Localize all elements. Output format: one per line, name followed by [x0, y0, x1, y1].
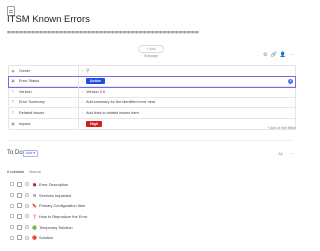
task-status-icon[interactable] — [25, 193, 29, 198]
bug-icon: 🐞 — [32, 181, 37, 187]
add-person-icon[interactable]: ⚲ — [86, 68, 90, 74]
task-label[interactable]: How to Reproduce the Error — [39, 214, 290, 219]
impact-badge[interactable]: High — [86, 120, 102, 127]
status-icon: ▣ — [11, 121, 15, 126]
task-status-icon[interactable] — [25, 182, 29, 187]
drag-handle-icon[interactable] — [10, 203, 14, 208]
checkbox[interactable] — [17, 224, 22, 230]
field-value[interactable]: Add links to related issues here. — [86, 108, 295, 118]
chevron-right-icon[interactable]: › — [79, 90, 86, 94]
bookmark-icon: 🔖 — [32, 203, 37, 209]
text-icon: T — [11, 100, 15, 105]
checkbox[interactable] — [17, 203, 22, 209]
checkbox[interactable] — [17, 192, 22, 198]
text-icon: T — [11, 110, 15, 115]
field-row-version[interactable]: T Version › Version 2.0 — [9, 87, 295, 98]
add-subpage-button[interactable]: + Add Subpage — [138, 45, 164, 58]
field-value[interactable]: High — [86, 119, 295, 130]
task-label[interactable]: Primary Configuration Item — [39, 203, 290, 208]
red-circle-icon: 🔴 — [32, 235, 37, 241]
edit-fields-link[interactable]: + Add or edit fields — [267, 126, 296, 130]
field-name: Version — [17, 87, 79, 97]
more-icon[interactable]: ⋯ — [289, 52, 294, 58]
checkbox[interactable] — [17, 213, 22, 219]
more-icon[interactable]: ⋯ — [290, 152, 294, 156]
drag-handle-icon[interactable] — [10, 193, 14, 198]
task-label[interactable]: Error Description — [39, 182, 290, 187]
text-icon: T — [11, 89, 15, 94]
page-toolbar: ⚙ 🔗 👤 ⋯ — [263, 52, 294, 58]
checkbox[interactable] — [17, 235, 22, 241]
list-item[interactable]: ❓ How to Reproduce the Error — [10, 211, 290, 222]
clear-icon[interactable]: × — [288, 79, 293, 84]
status-group-title: To Do — [7, 150, 23, 156]
list-item[interactable]: 🟢 Temporary Solution — [10, 222, 290, 233]
chevron-right-icon[interactable]: › — [79, 111, 86, 115]
custom-fields-table: ◉ Owner › ⚲ ▣ Error Status › Active × T … — [8, 65, 296, 130]
field-name: Impact — [17, 118, 79, 129]
chevron-right-icon[interactable]: › — [79, 69, 86, 73]
list-item[interactable]: 🔖 Primary Configuration Item — [10, 200, 290, 211]
chevron-right-icon[interactable]: › — [79, 79, 86, 83]
people-icon[interactable]: 👤 — [280, 52, 286, 58]
page-title[interactable]: ITSM Known Errors — [7, 14, 90, 25]
field-value[interactable]: Add summary for the identified error her… — [86, 98, 295, 108]
list-tools: All ⋯ — [278, 152, 294, 156]
list-item[interactable]: 🔴 Solution — [10, 232, 290, 243]
field-row-impact[interactable]: ▣ Impact › High — [9, 118, 295, 130]
filter-all-button[interactable]: All — [278, 152, 282, 156]
chevron-right-icon[interactable]: › — [79, 100, 86, 104]
field-value[interactable]: Version 2.0 — [86, 87, 295, 97]
field-row-error-status[interactable]: ▣ Error Status › Active × — [8, 75, 296, 88]
status-icon: ▣ — [11, 79, 15, 84]
field-row-owner[interactable]: ◉ Owner › ⚲ — [9, 66, 295, 77]
status-badge[interactable]: Active — [86, 78, 105, 85]
add-task-button[interactable]: Add ▾ — [23, 150, 39, 157]
green-circle-icon: 🟢 — [32, 224, 37, 230]
checkbox[interactable] — [17, 181, 22, 187]
task-label[interactable]: Temporary Solution — [39, 225, 290, 230]
settings-icon[interactable]: ⚙ — [263, 52, 267, 58]
person-icon: ◉ — [11, 68, 15, 73]
task-label[interactable]: Services Impacted — [39, 193, 290, 198]
task-status-icon[interactable] — [25, 235, 29, 240]
field-value[interactable]: ⚲ — [86, 66, 295, 76]
drag-handle-icon[interactable] — [10, 235, 14, 240]
list-item[interactable]: ⚙ Services Impacted — [10, 190, 290, 201]
task-label[interactable]: Solution — [39, 235, 290, 240]
link-icon[interactable]: 🔗 — [271, 52, 277, 58]
field-name: Related Issues — [17, 108, 79, 118]
subtask-list: 🐞 Error Description ⚙ Services Impacted … — [10, 179, 290, 243]
subtask-count: 6 subtasks — [7, 170, 25, 174]
subtasks-header: 6 subtasks Manual — [7, 170, 41, 174]
field-row-related-issues[interactable]: T Related Issues › Add links to related … — [9, 108, 295, 119]
task-status-icon[interactable] — [25, 203, 29, 208]
divider — [8, 140, 292, 141]
task-status-icon[interactable] — [25, 214, 29, 219]
drag-handle-icon[interactable] — [10, 182, 14, 187]
gear-icon: ⚙ — [32, 192, 37, 198]
sort-dropdown[interactable]: Manual — [29, 170, 41, 174]
field-name: Error Status — [17, 76, 79, 86]
drag-handle-icon[interactable] — [10, 225, 14, 230]
field-name: Owner — [17, 66, 79, 76]
chevron-right-icon[interactable]: › — [79, 122, 86, 126]
field-value[interactable]: Active — [86, 76, 295, 86]
question-icon: ❓ — [32, 213, 37, 219]
rule-line: ========================================… — [7, 28, 199, 36]
list-item[interactable]: 🐞 Error Description — [10, 179, 290, 190]
field-row-error-summary[interactable]: T Error Summary › Add summary for the id… — [9, 97, 295, 108]
drag-handle-icon[interactable] — [10, 214, 14, 219]
field-name: Error Summary — [17, 97, 79, 107]
task-status-icon[interactable] — [25, 225, 29, 230]
